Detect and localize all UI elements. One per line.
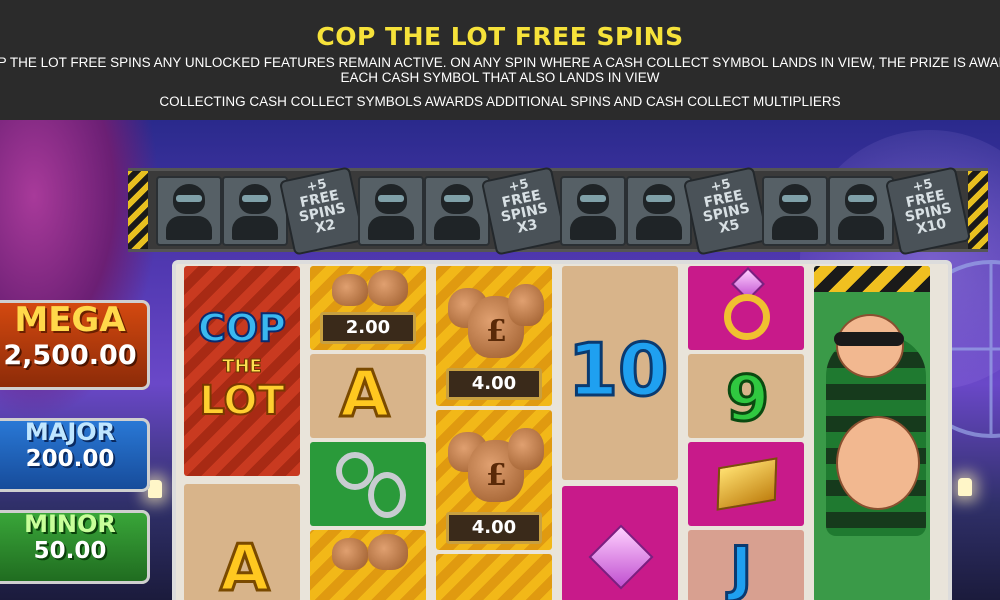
- number-9-symbol: 9: [688, 354, 804, 438]
- number-10-symbol: 10: [562, 266, 678, 480]
- handcuffs-symbol: [310, 442, 426, 526]
- free-spins-tile-x5: +5 FREE SPINS X5: [682, 166, 770, 256]
- cash-value: 4.00: [446, 368, 542, 400]
- cash-bag-symbol: [436, 554, 552, 600]
- banner-text-line-1: G COP THE LOT FREE SPINS ANY UNLOCKED FE…: [0, 55, 1000, 70]
- diamond-symbol: [562, 486, 678, 600]
- reel-6: [812, 264, 932, 600]
- free-spins-tile-x10: +5 FREE SPINS X10: [884, 166, 972, 256]
- robber-icon: [626, 176, 692, 246]
- jackpot-minor-label: MINOR: [24, 510, 116, 538]
- game-scene: +5 FREE SPINS X2 +5 FREE SPINS X3 +5 FRE…: [0, 120, 1000, 600]
- cash-bag-symbol: £ 4.00: [436, 410, 552, 550]
- cash-bag-symbol: [310, 530, 426, 600]
- jackpot-mega-label: MEGA: [14, 300, 126, 340]
- free-spins-tile-x3: +5 FREE SPINS X3: [480, 166, 568, 256]
- hazard-stripe: [814, 266, 930, 292]
- jackpot-major: MAJOR 200.00: [0, 418, 150, 492]
- trail-cap-right: [968, 171, 988, 249]
- robber-icon: [762, 176, 828, 246]
- free-spins-tile-x2: +5 FREE SPINS X2: [278, 166, 366, 256]
- trail-cap-left: [128, 171, 148, 249]
- reel-4: 10: [560, 264, 680, 600]
- jackpot-mega-value: 2,500.00: [3, 340, 137, 371]
- reel-1: COP THE LOT A: [182, 264, 302, 600]
- letter-j-symbol: J: [688, 530, 804, 600]
- robber-character-symbol: [814, 266, 930, 600]
- robber-icon: [560, 176, 626, 246]
- banner-text-line-3: COLLECTING CASH COLLECT SYMBOLS AWARDS A…: [159, 94, 841, 109]
- jackpot-major-label: MAJOR: [24, 418, 116, 446]
- jackpot-minor-value: 50.00: [33, 538, 107, 564]
- reel-2: 2.00 A: [308, 264, 428, 600]
- robber-icon: [424, 176, 490, 246]
- street-lamp-left: [148, 480, 162, 498]
- letter-a-symbol: A: [310, 354, 426, 438]
- ring-symbol: [688, 266, 804, 350]
- banner-title: COP THE LOT FREE SPINS: [316, 22, 684, 51]
- robber-icon: [828, 176, 894, 246]
- cash-value: 2.00: [320, 312, 416, 344]
- reel-3: £ 4.00 £ 4.00: [434, 264, 554, 600]
- gold-bar-symbol: [688, 442, 804, 526]
- cash-bag-symbol: 2.00: [310, 266, 426, 350]
- jackpot-minor: MINOR 50.00: [0, 510, 150, 584]
- robber-icon: [358, 176, 424, 246]
- robber-icon: [156, 176, 222, 246]
- street-lamp-right: [958, 478, 972, 496]
- banner-text-line-2: EACH CASH SYMBOL THAT ALSO LANDS IN VIEW: [340, 70, 660, 85]
- jackpot-mega: MEGA 2,500.00: [0, 300, 150, 390]
- free-spins-trail: +5 FREE SPINS X2 +5 FREE SPINS X3 +5 FRE…: [128, 166, 988, 256]
- cash-bag-symbol: £ 4.00: [436, 266, 552, 406]
- info-banner: COP THE LOT FREE SPINS G COP THE LOT FRE…: [0, 0, 1000, 120]
- reel-5: 9 J: [686, 264, 806, 600]
- jackpot-major-value: 200.00: [25, 446, 115, 472]
- cop-the-lot-symbol: COP THE LOT: [184, 266, 300, 476]
- cash-value: 4.00: [446, 512, 542, 544]
- letter-a-symbol: A: [184, 484, 300, 600]
- robber-icon: [222, 176, 288, 246]
- reel-grid: COP THE LOT A 2.00 A £ 4.00 £ 4.00 10 9 …: [172, 260, 952, 600]
